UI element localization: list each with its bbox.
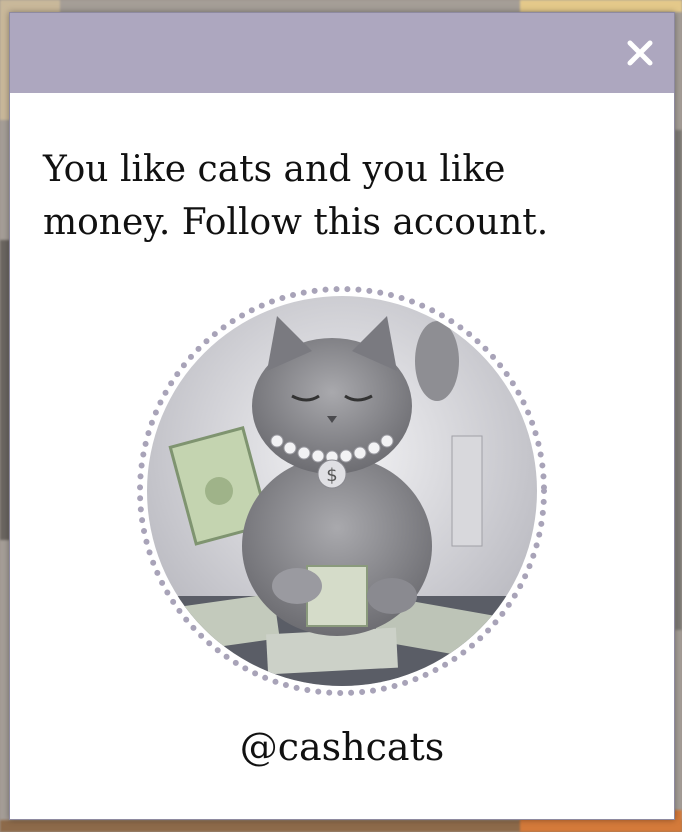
close-icon[interactable] <box>624 37 656 69</box>
modal-message: You like cats and you like money. Follow… <box>43 149 549 243</box>
avatar-dotted-ring <box>137 286 547 696</box>
account-avatar[interactable]: $ <box>137 286 547 696</box>
account-handle-link[interactable]: @cashcats <box>10 725 674 769</box>
modal-header <box>10 13 674 93</box>
follow-suggestion-modal: You like cats and you like money. Follow… <box>9 12 675 820</box>
